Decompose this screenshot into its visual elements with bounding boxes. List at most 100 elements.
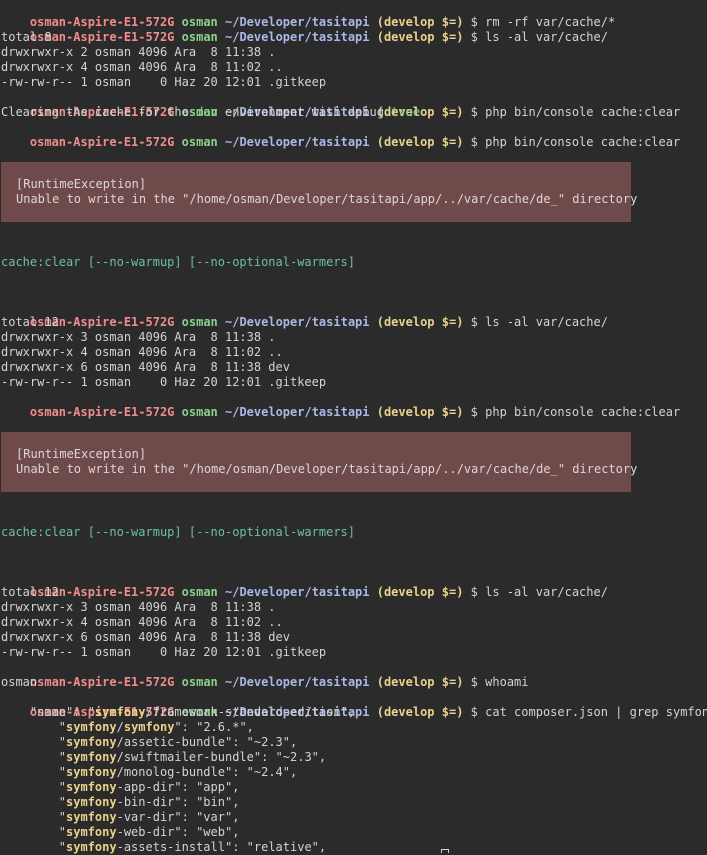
- grep-match: symfony: [66, 780, 117, 794]
- grep-text: /swiftmailer-bundle": "~2.3",: [116, 750, 327, 764]
- grep-match: symfony: [66, 720, 117, 734]
- prompt-path: ~/Developer/tasitapi: [225, 405, 370, 419]
- prompt-user: osman: [181, 675, 218, 689]
- grep-text: ": [1, 720, 67, 734]
- grep-match: symfony: [66, 750, 117, 764]
- prompt-line: osman-Aspire-E1-572G osman ~/Developer/t…: [1, 570, 608, 599]
- listing-total: total 12: [1, 585, 59, 599]
- grep-match: symfony: [66, 795, 117, 809]
- command-text: ls -al var/cache/: [485, 30, 608, 44]
- prompt-branch: (develop $=): [376, 705, 464, 719]
- prompt-user: osman: [181, 405, 218, 419]
- terminal-window[interactable]: osman-Aspire-E1-572G osman ~/Developer/t…: [0, 0, 707, 854]
- listing-row: drwxrwxr-x 6 osman 4096 Ara 8 11:38 dev: [1, 630, 290, 644]
- prompt-user: osman: [181, 30, 218, 44]
- prompt-symbol: $: [470, 30, 478, 44]
- prompt-symbol: $: [470, 675, 478, 689]
- command-text: ls -al var/cache/: [485, 585, 608, 599]
- prompt-host: osman-Aspire-E1-572G: [29, 675, 175, 689]
- prompt-line: osman-Aspire-E1-572G osman ~/Developer/t…: [1, 660, 529, 689]
- clearing-middle: environment with debug: [217, 105, 392, 119]
- grep-match: symfony: [66, 765, 117, 779]
- grep-text: ": [1, 825, 67, 839]
- prompt-line: osman-Aspire-E1-572G osman ~/Developer/t…: [1, 0, 615, 29]
- grep-match: symfony: [66, 810, 117, 824]
- grep-line: "symfony/monolog-bundle": "~2.4",: [1, 765, 297, 780]
- listing-total: total 12: [1, 315, 59, 329]
- grep-text: -web-dir": "web",: [116, 825, 240, 839]
- listing-row: drwxrwxr-x 4 osman 4096 Ara 8 11:02 ..: [1, 615, 283, 629]
- prompt-path: ~/Developer/tasitapi: [225, 30, 370, 44]
- clearing-debug: true: [391, 105, 421, 119]
- error-box: [RuntimeException] Unable to write in th…: [1, 162, 637, 222]
- listing-total: total 8: [1, 30, 52, 44]
- clearing-message: Clearing the cache for the dev environme…: [1, 105, 420, 120]
- prompt-user: osman: [181, 135, 218, 149]
- prompt-symbol: $: [470, 315, 478, 329]
- error-message: Unable to write in the "/home/osman/Deve…: [16, 192, 638, 206]
- grep-text: /framework-standard-edition",: [145, 705, 356, 719]
- prompt-line: osman-Aspire-E1-572G osman ~/Developer/t…: [1, 300, 608, 329]
- whoami-output: osman: [1, 675, 38, 689]
- grep-line: "symfony/symfony": "2.6.*",: [1, 720, 254, 735]
- grep-line: "symfony-web-dir": "web",: [1, 825, 240, 840]
- prompt-path: ~/Developer/tasitapi: [225, 675, 370, 689]
- grep-line: "symfony/swiftmailer-bundle": "~2.3",: [1, 750, 326, 765]
- listing-row: -rw-rw-r-- 1 osman 0 Haz 20 12:01 .gitke…: [1, 75, 327, 89]
- prompt-line: osman-Aspire-E1-572G osman ~/Developer/t…: [1, 90, 680, 119]
- listing-row: drwxrwxr-x 3 osman 4096 Ara 8 11:38 .: [1, 330, 276, 344]
- clearing-env: dev: [196, 105, 218, 119]
- prompt-branch: (develop $=): [376, 675, 464, 689]
- clearing-prefix: Clearing the cache for the: [1, 105, 197, 119]
- listing-row: drwxrwxr-x 4 osman 4096 Ara 8 11:02 ..: [1, 345, 283, 359]
- error-message: Unable to write in the "/home/osman/Deve…: [16, 462, 638, 476]
- prompt-branch: (develop $=): [376, 315, 464, 329]
- grep-match: symfony: [94, 705, 146, 719]
- prompt-symbol: $: [470, 135, 478, 149]
- prompt-path: ~/Developer/tasitapi: [225, 135, 370, 149]
- error-box: [RuntimeException] Unable to write in th…: [1, 432, 637, 492]
- grep-text: ": [1, 795, 67, 809]
- command-text: php bin/console cache:clear: [485, 105, 681, 119]
- listing-row: -rw-rw-r-- 1 osman 0 Haz 20 12:01 .gitke…: [1, 375, 327, 389]
- grep-text: ": [1, 840, 67, 854]
- grep-line: "symfony-var-dir": "var",: [1, 810, 240, 825]
- grep-text: ": [1, 765, 67, 779]
- grep-text: ": "2.6.*",: [174, 720, 254, 734]
- grep-match: symfony: [66, 840, 117, 854]
- prompt-branch: (develop $=): [376, 585, 464, 599]
- grep-text: -assets-install": "relative",: [116, 840, 327, 854]
- listing-row: drwxrwxr-x 2 osman 4096 Ara 8 11:38 .: [1, 45, 276, 59]
- grep-line: "symfony-app-dir": "app",: [1, 780, 240, 795]
- command-text: ls -al var/cache/: [485, 315, 608, 329]
- grep-line: "symfony/assetic-bundle": "~2.3",: [1, 735, 297, 750]
- prompt-symbol: $: [470, 705, 478, 719]
- prompt-path: ~/Developer/tasitapi: [225, 315, 370, 329]
- listing-row: drwxrwxr-x 6 osman 4096 Ara 8 11:38 dev: [1, 360, 290, 374]
- prompt-symbol: $: [470, 105, 478, 119]
- prompt-symbol: $: [470, 585, 478, 599]
- prompt-host: osman-Aspire-E1-572G: [29, 30, 175, 44]
- prompt-path: ~/Developer/tasitapi: [225, 585, 370, 599]
- grep-match: symfony: [66, 825, 117, 839]
- error-title: [RuntimeException]: [16, 447, 147, 461]
- listing-row: drwxrwxr-x 4 osman 4096 Ara 8 11:02 ..: [1, 60, 283, 74]
- command-text: php bin/console cache:clear: [485, 135, 681, 149]
- usage-line: cache:clear [--no-warmup] [--no-optional…: [1, 255, 356, 269]
- prompt-line: osman-Aspire-E1-572G osman ~/Developer/t…: [1, 15, 608, 44]
- grep-text: -app-dir": "app",: [116, 780, 240, 794]
- grep-match: symfony: [123, 720, 175, 734]
- prompt-branch: (develop $=): [376, 135, 464, 149]
- prompt-user: osman: [181, 585, 218, 599]
- grep-text: ": [1, 810, 67, 824]
- grep-text: /: [116, 720, 124, 734]
- command-text: cat composer.json | grep symfony: [485, 705, 707, 719]
- grep-match: symfony: [66, 735, 117, 749]
- prompt-line: osman-Aspire-E1-572G osman ~/Developer/t…: [1, 390, 680, 419]
- command-text: php bin/console cache:clear: [485, 405, 681, 419]
- prompt-symbol: $: [470, 405, 478, 419]
- listing-row: drwxrwxr-x 3 osman 4096 Ara 8 11:38 .: [1, 600, 276, 614]
- listing-row: -rw-rw-r-- 1 osman 0 Haz 20 12:01 .gitke…: [1, 645, 327, 659]
- grep-text: /monolog-bundle": "~2.4",: [116, 765, 298, 779]
- grep-text: -var-dir": "var",: [116, 810, 240, 824]
